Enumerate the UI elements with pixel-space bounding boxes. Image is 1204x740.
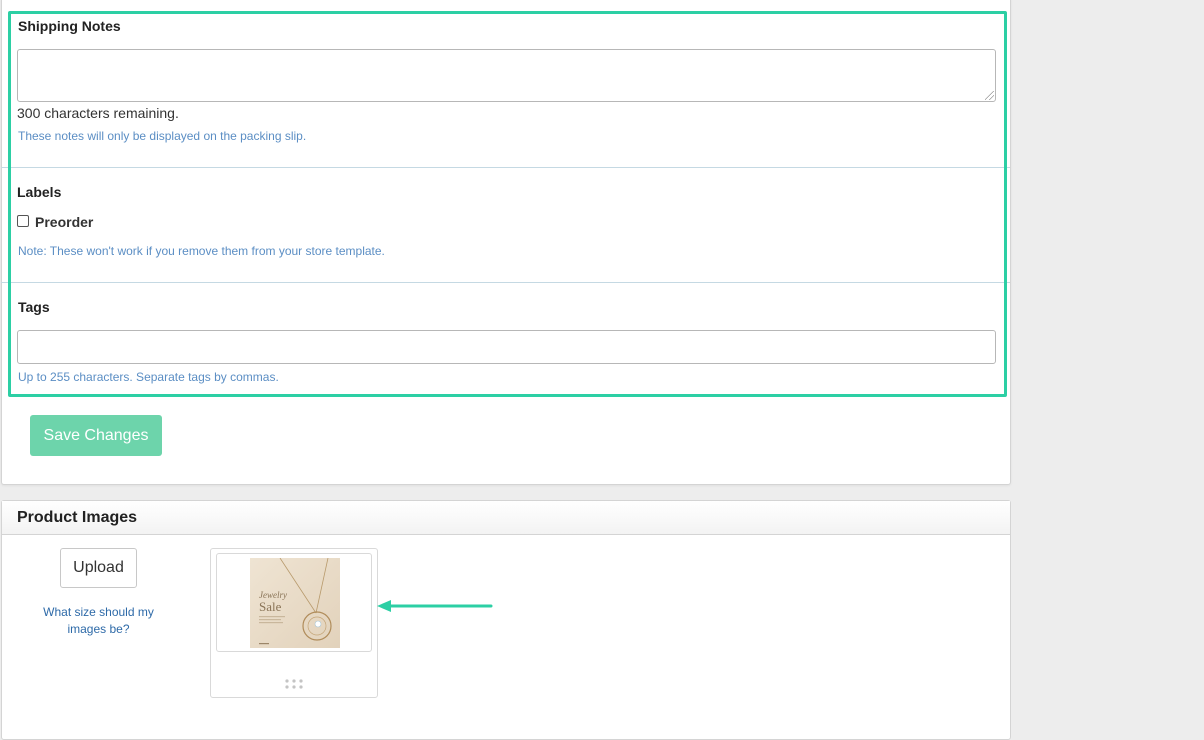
product-image-frame: Jewelry Sale (216, 553, 372, 652)
shipping-notes-label: Shipping Notes (18, 18, 121, 34)
upload-button[interactable]: Upload (60, 548, 137, 588)
image-size-help-link[interactable]: What size should my images be? (32, 604, 165, 638)
section-divider (1, 282, 1010, 283)
tags-help-text: Up to 255 characters. Separate tags by c… (18, 370, 279, 384)
shipping-notes-help-text: These notes will only be displayed on th… (18, 129, 307, 143)
save-changes-button[interactable]: Save Changes (30, 415, 162, 456)
arrow-annotation-icon (377, 600, 493, 612)
preorder-checkbox-label[interactable]: Preorder (35, 214, 93, 230)
drag-handle-icon[interactable] (284, 678, 304, 690)
textarea-resize-handle[interactable] (985, 91, 994, 100)
shipping-notes-textarea[interactable] (17, 49, 996, 102)
tags-input[interactable] (17, 330, 996, 364)
product-images-title: Product Images (17, 509, 138, 526)
labels-title: Labels (17, 184, 62, 200)
product-image-card[interactable]: Jewelry Sale (210, 548, 378, 698)
panel-header: Product Images (2, 501, 1010, 535)
characters-remaining-text: 300 characters remaining. (17, 105, 179, 121)
thumbnail-subtitle: Sale (259, 599, 282, 614)
product-images-panel: Product Images Upload What size should m… (1, 500, 1011, 740)
labels-note-text: Note: These won't work if you remove the… (18, 244, 385, 258)
product-image-thumbnail[interactable]: Jewelry Sale (250, 558, 340, 648)
section-divider (1, 167, 1010, 168)
tags-label: Tags (18, 299, 50, 315)
preorder-checkbox[interactable] (17, 215, 29, 227)
